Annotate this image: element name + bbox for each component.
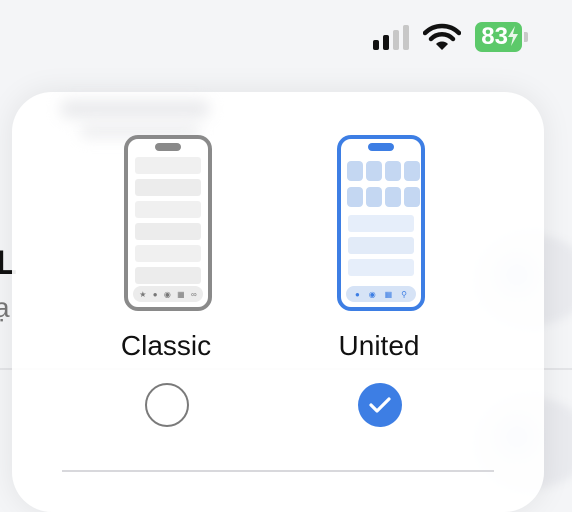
layout-option-united[interactable]: ● ◉ ▦ ⚲ (336, 135, 426, 311)
signal-bars-icon (373, 24, 410, 50)
layout-option-classic[interactable]: ★ ● ◉ ▦ ∞ (123, 135, 213, 311)
bolt-icon (508, 26, 518, 46)
wifi-icon (423, 23, 462, 50)
classic-radio-button[interactable] (145, 383, 189, 427)
battery-level: 83 (481, 23, 508, 50)
battery-indicator: 83 (475, 22, 522, 52)
checkmark-icon (369, 397, 391, 413)
layout-picker-card (12, 92, 544, 512)
status-bar: 83 (373, 22, 528, 52)
card-divider (62, 470, 494, 472)
background-letter: ạ (0, 292, 10, 323)
classic-phone-layout-icon: ★ ● ◉ ▦ ∞ (124, 135, 212, 311)
background-ghost-text (60, 100, 210, 118)
united-radio-button[interactable] (358, 383, 402, 427)
battery-nub (524, 32, 528, 42)
united-phone-layout-icon: ● ◉ ▦ ⚲ (337, 135, 425, 311)
layout-option-label-united: United (338, 330, 420, 361)
layout-option-label-classic: Classic (120, 330, 212, 361)
